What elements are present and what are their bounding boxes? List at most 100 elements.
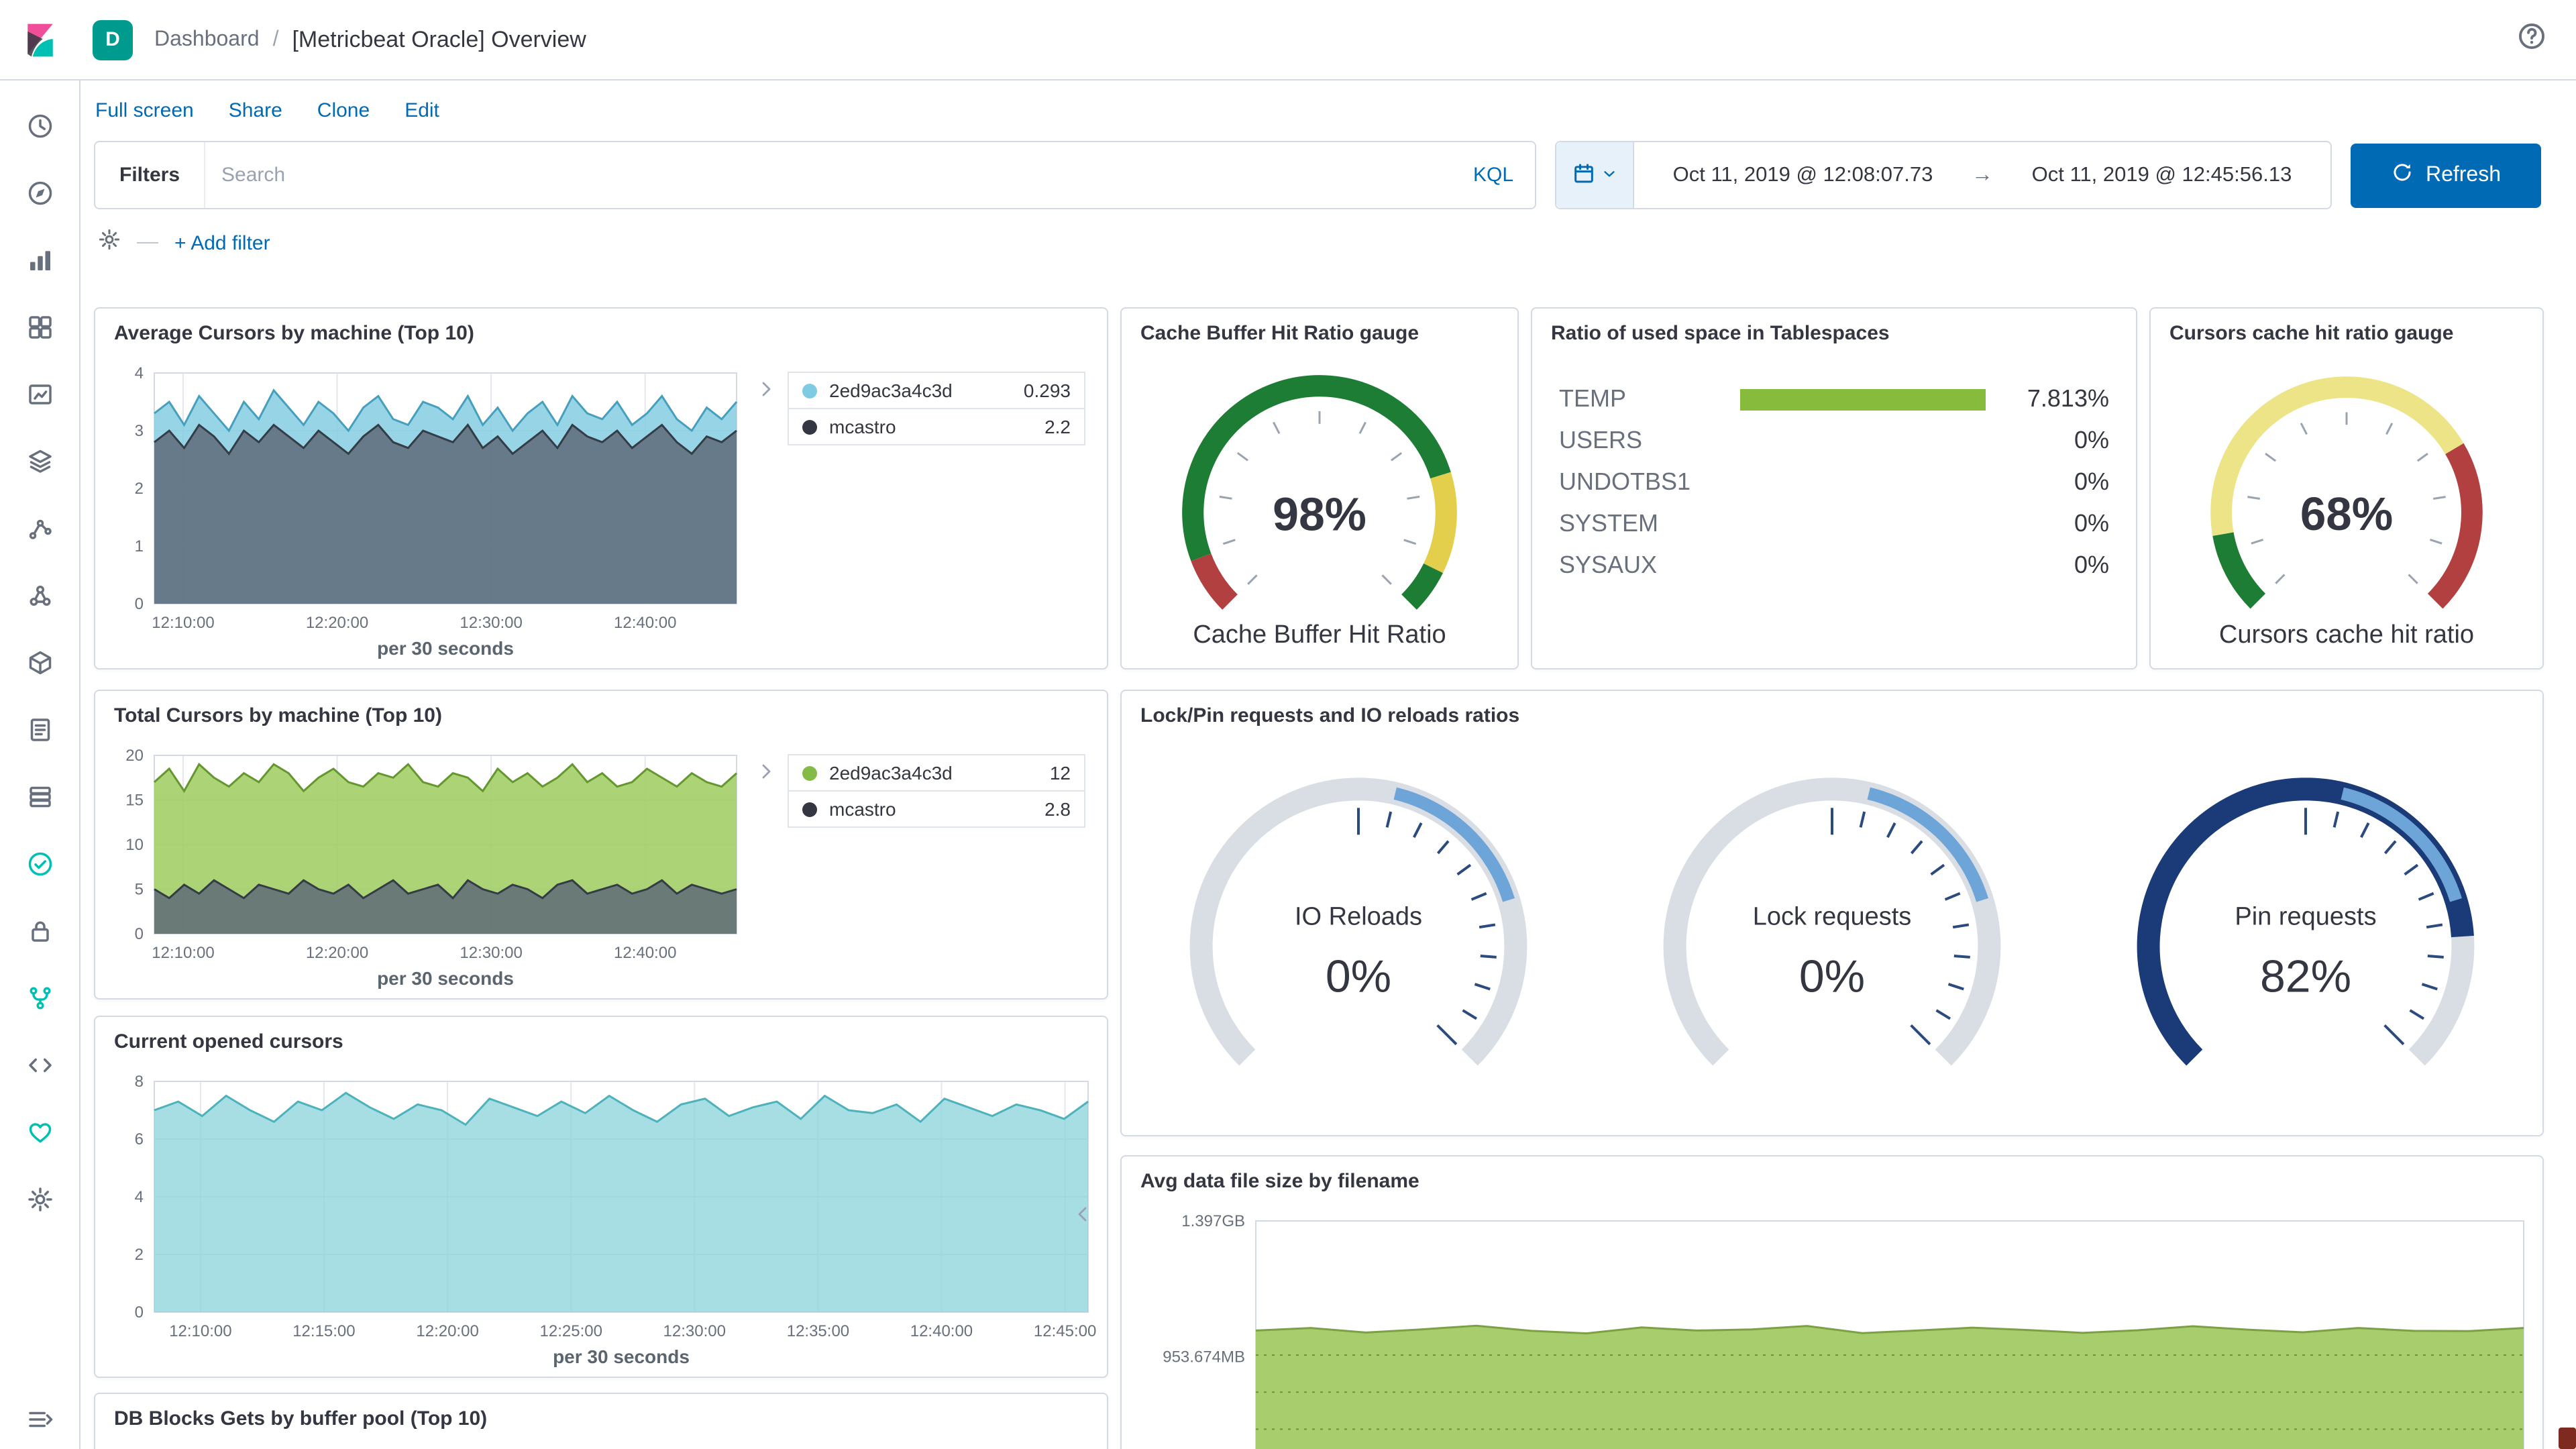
panel-body: 98% Cache Buffer Hit Ratio	[1122, 360, 1517, 668]
avg-data-file-size-chart: 0B476.837MB953.674MB1.397GB	[1122, 1208, 2542, 1449]
svg-text:4: 4	[135, 364, 144, 382]
panel-title: Lock/Pin requests and IO reloads ratios	[1140, 704, 1520, 727]
top-header: D Dashboard / [Metricbeat Oracle] Overvi…	[0, 0, 2576, 80]
svg-text:12:30:00: 12:30:00	[460, 944, 522, 962]
svg-text:0: 0	[135, 595, 144, 613]
svg-text:12:20:00: 12:20:00	[306, 614, 368, 632]
tablespace-row: SYSTEM 0%	[1532, 503, 2136, 545]
svg-text:12:40:00: 12:40:00	[614, 944, 676, 962]
discover-icon[interactable]	[0, 160, 79, 227]
pin-requests-gauge: Pin requests 82%	[2069, 742, 2542, 1135]
recently-viewed-icon[interactable]	[0, 93, 79, 160]
svg-text:per 30 seconds: per 30 seconds	[553, 1346, 690, 1367]
logs-icon[interactable]	[0, 696, 79, 763]
maps-icon[interactable]	[0, 428, 79, 495]
kibana-logo[interactable]	[0, 19, 79, 60]
panel-lock-pin-gauges: Lock/Pin requests and IO reloads ratios …	[1120, 690, 2544, 1136]
svg-text:0: 0	[135, 1303, 144, 1322]
canvas-icon[interactable]	[0, 361, 79, 428]
legend-collapse-icon[interactable]	[755, 742, 788, 998]
scrollbar-thumb[interactable]	[2559, 1428, 2576, 1449]
help-icon[interactable]	[2517, 21, 2546, 58]
svg-text:15: 15	[125, 792, 144, 810]
panel-current-opened-cursors: Current opened cursors 0 2 4 6 8 12:10:00 12:1…	[94, 1016, 1108, 1378]
legend-item[interactable]: mcastro 2.2	[788, 408, 1085, 445]
page-title: [Metricbeat Oracle] Overview	[292, 26, 586, 52]
legend-series-name: 2ed9ac3a4c3d	[829, 380, 953, 401]
panel-title: Total Cursors by machine (Top 10)	[114, 704, 442, 727]
tablespace-name: USERS	[1559, 427, 1643, 453]
svg-text:98%: 98%	[1273, 488, 1366, 540]
dashboard-icon[interactable]	[0, 294, 79, 361]
siem-icon[interactable]	[0, 898, 79, 965]
panel-body: 68% Cursors cache hit ratio	[2151, 360, 2542, 668]
menu-toggle-icon[interactable]	[0, 1406, 79, 1433]
svg-text:4: 4	[135, 1188, 144, 1206]
code-icon[interactable]	[0, 1032, 79, 1099]
monitoring-icon[interactable]	[0, 1099, 79, 1166]
kibana-logo-icon	[27, 23, 52, 56]
legend-collapse-icon[interactable]	[755, 360, 788, 668]
svg-text:2: 2	[135, 1246, 144, 1264]
infrastructure-icon[interactable]	[0, 629, 79, 696]
svg-text:0: 0	[135, 925, 144, 943]
svg-text:12:15:00: 12:15:00	[292, 1322, 355, 1340]
legend-item[interactable]: mcastro 2.8	[788, 790, 1085, 828]
svg-text:12:20:00: 12:20:00	[416, 1322, 478, 1340]
svg-text:12:45:00: 12:45:00	[1034, 1322, 1096, 1340]
svg-text:0%: 0%	[1326, 951, 1391, 1002]
legend-expand-icon[interactable]	[1072, 1203, 1093, 1232]
svg-text:12:10:00: 12:10:00	[169, 1322, 231, 1340]
tablespace-name: SYSTEM	[1559, 510, 1659, 537]
panel-title: Avg data file size by filename	[1140, 1170, 1419, 1193]
tablespace-row: SYSAUX 0%	[1532, 545, 2136, 586]
panel-avg-data-file-size: Avg data file size by filename 0B476.837…	[1120, 1155, 2544, 1449]
dev-tools-icon[interactable]	[0, 965, 79, 1032]
tablespace-bar	[1740, 388, 1986, 410]
sidebar	[0, 79, 80, 1449]
legend-color-dot	[802, 765, 817, 780]
breadcrumb-dashboard[interactable]: Dashboard	[154, 28, 260, 52]
panel-body: 0 5 10 15 20 12:10:00 12:20:00 12:30:00 12:40:00…	[95, 742, 1107, 998]
legend-series-name: mcastro	[829, 416, 896, 437]
kibana-app: D Dashboard / [Metricbeat Oracle] Overvi…	[0, 0, 2576, 1449]
gauge-label: Cache Buffer Hit Ratio	[1193, 621, 1446, 649]
machine-learning-icon[interactable]	[0, 495, 79, 562]
legend-color-dot	[802, 419, 817, 434]
legend-series-value: 2.8	[1044, 798, 1071, 820]
cursors-cache-hit-ratio-gauge: 68%	[2151, 360, 2542, 621]
tablespace-bar	[1740, 555, 1986, 576]
visualize-icon[interactable]	[0, 227, 79, 294]
legend-item[interactable]: 2ed9ac3a4c3d 0.293	[788, 372, 1085, 409]
tablespace-value: 0%	[2074, 510, 2109, 537]
apm-icon[interactable]	[0, 763, 79, 830]
svg-text:per 30 seconds: per 30 seconds	[377, 968, 514, 989]
panel-total-cursors: Total Cursors by machine (Top 10) 0 5 10 15…	[94, 690, 1108, 1000]
space-badge[interactable]: D	[93, 19, 133, 60]
svg-text:12:25:00: 12:25:00	[540, 1322, 602, 1340]
management-icon[interactable]	[0, 1166, 79, 1233]
uptime-icon[interactable]	[0, 830, 79, 898]
svg-text:12:40:00: 12:40:00	[910, 1322, 973, 1340]
panel-title: Cursors cache hit ratio gauge	[2169, 322, 2454, 345]
legend-series-value: 2.2	[1044, 416, 1071, 437]
svg-text:5: 5	[135, 881, 144, 899]
panel-tablespaces: Ratio of used space in Tablespaces TEMP 7…	[1531, 307, 2137, 669]
panel-body: 0 1 2 3 4 12:10:00 12:20:00 12:30:00 12:40:00 per…	[95, 360, 1107, 668]
legend-series-value: 0.293	[1023, 380, 1071, 401]
tablespaces-list: TEMP 7.813% USERS 0% UNDOTBS1 0% SYSTEM 0% SYSAU…	[1532, 360, 2136, 668]
panel-body: 0B476.837MB953.674MB1.397GB	[1122, 1208, 2542, 1449]
svg-text:12:10:00: 12:10:00	[152, 614, 214, 632]
svg-text:Pin requests: Pin requests	[2235, 903, 2376, 931]
svg-text:82%: 82%	[2260, 951, 2351, 1002]
legend-series-name: mcastro	[829, 798, 896, 820]
chart-legend: 2ed9ac3a4c3d 0.293 mcastro 2.2	[788, 360, 1107, 668]
main-content: Full screenShareCloneEdit Filters KQL Oc…	[79, 79, 2576, 1449]
svg-text:12:20:00: 12:20:00	[306, 944, 368, 962]
panel-avg-cursors: Average Cursors by machine (Top 10) 0 1 2 3…	[94, 307, 1108, 669]
legend-item[interactable]: 2ed9ac3a4c3d 12	[788, 754, 1085, 792]
io-reloads-gauge: IO Reloads 0%	[1122, 742, 1595, 1135]
panel-title: Cache Buffer Hit Ratio gauge	[1140, 322, 1419, 345]
svg-text:2: 2	[135, 480, 144, 498]
graph-icon[interactable]	[0, 562, 79, 629]
